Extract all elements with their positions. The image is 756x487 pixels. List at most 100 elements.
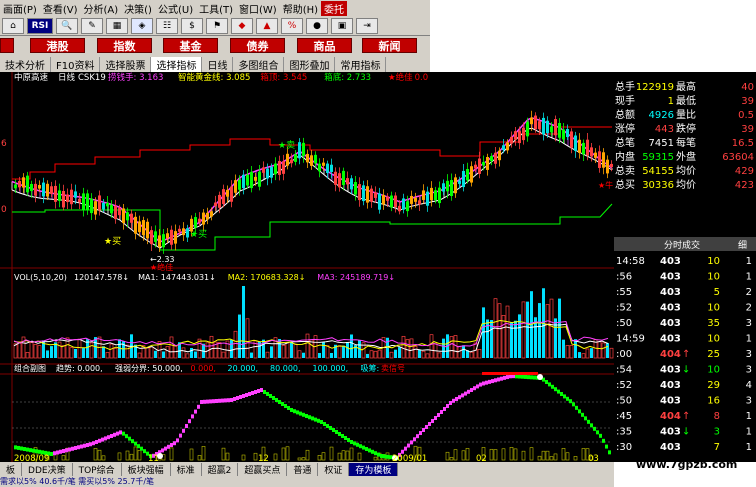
bottom-tab-9[interactable]: 存为模板 [349,462,399,476]
volume-bar [109,343,114,359]
globe-icon[interactable]: ● [306,17,328,34]
oscillator-point [329,426,332,430]
menu-item-3[interactable]: 决策() [121,1,155,16]
volume-bar [113,348,118,359]
oscillator-point [119,430,122,435]
bottom-tab-1[interactable]: DDE决策 [22,462,73,476]
home-icon[interactable]: ⌂ [2,17,24,34]
menu-item-8[interactable]: 委托 [321,0,348,16]
window-icon[interactable]: ▣ [331,17,353,34]
menu-item-2[interactable]: 分析(A) [81,1,122,16]
candle-body [342,170,345,185]
accumulation-bar [545,450,550,461]
diamond-icon[interactable]: ◆ [231,17,253,34]
menu-item-0[interactable]: 画面(P) [0,1,40,16]
chart-icon[interactable]: ◈ [131,17,153,34]
func-tab-2[interactable]: 选择股票 [100,56,152,72]
volume-bar [190,347,193,358]
indicator-field-0: 趋势: 0.000, [56,363,103,373]
draw-icon[interactable]: ✎ [81,17,103,34]
oscillator-point [107,435,110,440]
ticks-tab-label[interactable]: 分时成交 [664,239,700,251]
oscillator-point [404,446,407,451]
candle-body [170,229,173,245]
dollar-icon[interactable]: $ [181,17,203,34]
accumulation-bar [565,452,570,461]
volume-bar [590,348,593,358]
candle-body [202,212,205,225]
category-index[interactable]: 指数 [97,38,152,53]
menu-item-6[interactable]: 窗口(W) [236,1,280,16]
category-fund[interactable]: 基金 [163,38,218,53]
bottom-tab-7[interactable]: 普通 [287,462,319,476]
accumulation-bar [493,449,498,461]
accumulation-bar [453,449,458,461]
quote-value: 59315 [642,152,674,163]
oscillator-point [89,442,92,447]
volume-bar [366,353,369,358]
accumulation-bar [97,449,102,461]
menu-item-7[interactable]: 帮助(H) [280,1,321,16]
tick-volume: 10 [707,365,720,376]
accumulation-bar [93,448,98,461]
oscillator-point [563,394,566,399]
bottom-tab-5[interactable]: 超赢2 [202,462,239,476]
table-icon[interactable]: ☷ [156,17,178,34]
oscillator-point [449,401,452,405]
menu-item-5[interactable]: 工具(T) [196,1,236,16]
tick-price: 403 [660,396,681,407]
accumulation-bar [329,446,334,461]
candle-body [86,193,89,211]
func-tab-7[interactable]: 常用指标 [335,56,387,72]
bottom-tab-4[interactable]: 标准 [171,462,202,476]
oscillator-point [239,395,242,399]
candle-body [38,185,41,189]
candle-body [134,216,137,234]
volume-bar [337,345,342,359]
func-tab-0[interactable]: 技术分析 [0,56,51,72]
oscillator-point [32,448,35,453]
category-bond[interactable]: 债券 [230,38,285,53]
warning-icon[interactable]: ▲ [256,17,278,34]
func-tab-6[interactable]: 图形叠加 [284,56,336,72]
flag-icon[interactable]: ⚑ [206,17,228,34]
oscillator-point [185,424,188,428]
zoom-icon[interactable]: 🔍 [56,17,78,34]
menu-item-1[interactable]: 查看(V) [40,1,81,16]
accumulation-bar [125,450,130,461]
func-tab-3[interactable]: 选择指标 [151,56,203,72]
volume-bar [497,303,502,359]
func-tab-1[interactable]: F10资料 [51,56,101,72]
oscillator-point [68,447,71,452]
quote-value: 30336 [642,180,674,191]
bottom-tab-2[interactable]: TOP综合 [73,462,122,476]
kline-chart[interactable]: 中原高速 日线 CSK19 捞钱手: 3.163 智能黄金线: 3.085 箱顶: 3.5… [0,72,614,464]
percent-icon[interactable]: % [281,17,303,34]
accumulation-bar [445,451,450,461]
oscillator-point [374,451,377,456]
exit-icon[interactable]: ⇥ [356,17,378,34]
bottom-tab-8[interactable]: 权证 [318,462,350,476]
rsi-button[interactable]: RSI [27,17,53,34]
chart-area[interactable]: 中原高速 日线 CSK19 捞钱手: 3.163 智能黄金线: 3.085 箱顶: 3.5… [0,72,614,464]
tick-time: :45 [616,411,632,422]
accumulation-bar [337,452,342,461]
menu-item-4[interactable]: 公式(U) [155,1,196,16]
accumulation-bar [189,448,194,461]
oscillator-point [527,375,530,380]
category-hk-stocks[interactable]: 港股 [30,38,85,53]
category-news[interactable]: 新闻 [362,38,417,53]
func-tab-4[interactable]: 日线 [202,56,234,72]
oscillator-point [254,390,257,394]
grid-icon[interactable]: ▦ [106,17,128,34]
oscillator-point [299,411,302,416]
bottom-tab-0[interactable]: 板 [0,462,23,476]
bottom-tab-6[interactable]: 超赢买点 [238,462,288,476]
category-commodity[interactable]: 商品 [297,38,352,53]
bottom-tab-3[interactable]: 板块强幅 [122,462,171,476]
tick-volume: 10 [707,303,720,314]
oscillator-point [368,448,371,453]
func-tab-5[interactable]: 多图组合 [233,56,285,72]
oscillator-point [209,399,212,404]
ticks-tab-extra[interactable]: 细 [738,239,747,251]
